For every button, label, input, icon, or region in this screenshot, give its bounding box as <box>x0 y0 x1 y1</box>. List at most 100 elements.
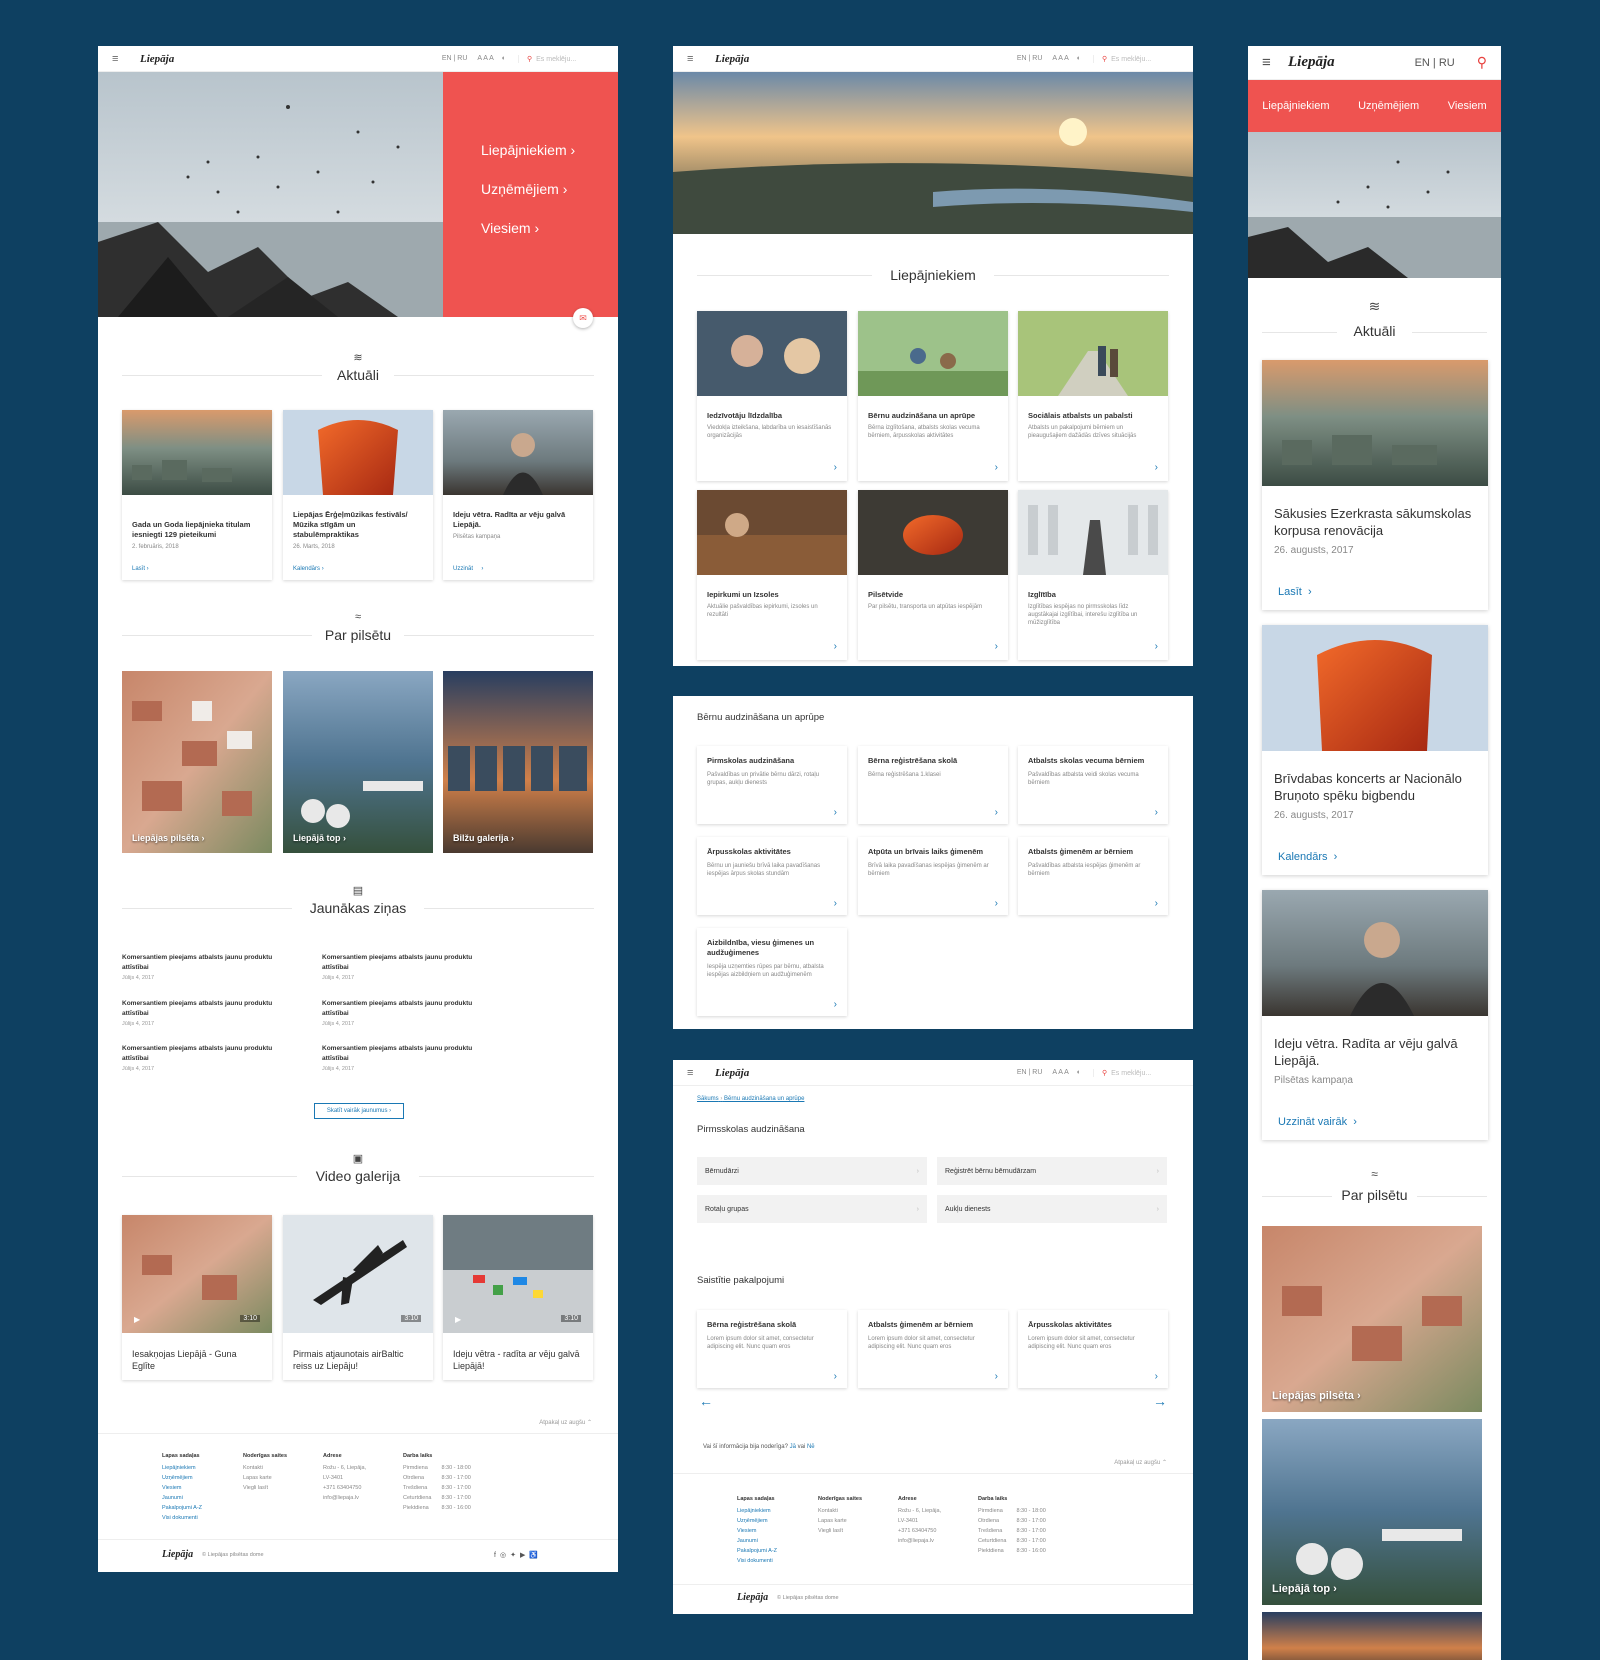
city-tile[interactable]: Liepājā top › <box>1262 1419 1482 1605</box>
news-card[interactable]: Ideju vētra. Radīta ar vēju galvā Liepāj… <box>1262 890 1488 1140</box>
news-card[interactable]: Brīvdabas koncerts ar Nacionālo Bruņoto … <box>1262 625 1488 875</box>
arrow-right-icon[interactable]: → <box>1153 1393 1167 1409</box>
instagram-icon[interactable]: ◎ <box>500 1552 510 1559</box>
feedback-no[interactable]: Nē <box>807 1444 815 1450</box>
arrow-right-icon[interactable]: › <box>995 1371 998 1382</box>
footer-logo[interactable]: Liepāja <box>162 1549 193 1560</box>
more-news-button[interactable]: Skatīt vairāk jaunumus › <box>314 1103 404 1119</box>
play-icon[interactable]: ▶ <box>134 1315 140 1324</box>
play-icon[interactable]: ▶ <box>455 1315 461 1324</box>
mail-icon[interactable]: ✉ <box>573 308 593 328</box>
site-logo[interactable]: Liepāja <box>715 53 749 65</box>
video-card[interactable]: 3:10 Pirmais atjaunotais airBaltic reiss… <box>283 1215 433 1380</box>
lang-ru[interactable]: RU <box>457 55 467 62</box>
calendar-link[interactable]: Kalendārs › <box>1278 851 1337 863</box>
site-logo[interactable]: Liepāja <box>140 53 174 65</box>
arrow-right-icon[interactable]: › <box>995 898 998 909</box>
news-card[interactable]: Liepājas Ērģeļmūzikas festivāls/ Mūzika … <box>283 410 433 580</box>
menu-icon[interactable]: ≡ <box>687 1067 715 1079</box>
service-card[interactable]: Bērna reģistrēšana skolā Bērna reģistrēša… <box>858 746 1008 824</box>
service-link[interactable]: Bērnudārzi › <box>697 1157 927 1185</box>
category-card[interactable]: Iepirkumi un Izsoles Aktuālie pašvaldība… <box>697 490 847 660</box>
arrow-right-icon[interactable]: › <box>995 807 998 818</box>
read-link[interactable]: Lasīt › <box>1278 586 1312 598</box>
video-card[interactable]: ▶ 3:10 Iesakņojas Liepājā - Guna Eglīte <box>122 1215 272 1380</box>
service-link[interactable]: Aukļu dienests › <box>937 1195 1167 1223</box>
arrow-right-icon[interactable]: › <box>834 462 837 473</box>
arrow-right-icon[interactable]: › <box>1155 462 1158 473</box>
service-card[interactable]: Atbalsts skolas vecuma bērniem Pašvaldība… <box>1018 746 1168 824</box>
search-input[interactable]: ⚲ Es meklēju... <box>518 54 604 63</box>
related-card[interactable]: Atbalsts ģimenēm ar bērniem Lorem ipsum d… <box>858 1310 1008 1388</box>
arrow-right-icon[interactable]: › <box>834 999 837 1010</box>
accessibility-icon[interactable]: ♿ <box>529 1552 542 1559</box>
menu-icon[interactable]: ≡ <box>687 53 715 65</box>
category-card[interactable]: Izglītība Izglītības iespējas no pirmssk… <box>1018 490 1168 660</box>
news-card[interactable]: Gada un Goda liepājnieka titulam iesnieg… <box>122 410 272 580</box>
video-card[interactable]: ▶ 3:10 Ideju vētra - radīta ar vēju galv… <box>443 1215 593 1380</box>
back-to-top-link[interactable]: Atpakaļ uz augšu ⌃ <box>1114 1459 1167 1466</box>
related-card[interactable]: Bērna reģistrēšana skolā Lorem ipsum dolo… <box>697 1310 847 1388</box>
learn-more-link[interactable]: Uzzināt › <box>443 566 493 572</box>
footer-logo[interactable]: Liepāja <box>737 1592 768 1603</box>
arrow-right-icon[interactable]: › <box>1155 898 1158 909</box>
nav-item[interactable]: Viesiem <box>1448 100 1487 112</box>
menu-icon[interactable]: ≡ <box>1262 54 1288 71</box>
search-input[interactable]: ⚲ Es meklēju... <box>1093 1068 1179 1077</box>
calendar-link[interactable]: Kalendārs › <box>283 566 334 572</box>
related-card[interactable]: Ārpusskolas aktivitātes Lorem ipsum dolor… <box>1018 1310 1168 1388</box>
learn-more-link[interactable]: Uzzināt vairāk › <box>1278 1116 1357 1128</box>
lang-en[interactable]: EN <box>442 55 452 62</box>
city-tile[interactable]: Bilžu galerija › <box>443 671 593 853</box>
font-size-toggle[interactable]: A A A <box>1052 55 1068 62</box>
contrast-icon[interactable]: ◐ <box>1077 55 1081 62</box>
hero-nav-item[interactable]: Uzņēmējiem › <box>481 181 567 197</box>
arrow-left-icon[interactable]: ← <box>699 1393 713 1409</box>
service-card[interactable]: Ārpusskolas aktivitātes Bērnu un jauniešu… <box>697 837 847 915</box>
feedback-yes[interactable]: Jā <box>790 1444 796 1450</box>
hero-nav-item[interactable]: Liepājniekiem › <box>481 142 575 158</box>
category-card[interactable]: Pilsētvide Par pilsētu, transporta un at… <box>858 490 1008 660</box>
service-card[interactable]: Atbalsts ģimenēm ar bērniem Pašvaldības a… <box>1018 837 1168 915</box>
language-switch[interactable]: EN | RU <box>442 55 468 62</box>
arrow-right-icon[interactable]: › <box>834 807 837 818</box>
contrast-icon[interactable]: ◐ <box>1077 1069 1081 1076</box>
service-card[interactable]: Aizbildnība, viesu ģimenes un audžuģimen… <box>697 928 847 1016</box>
service-card[interactable]: Atpūta un brīvais laiks ģimenēm Brīvā lai… <box>858 837 1008 915</box>
list-item[interactable]: Komersantiem pieejams atbalsts jaunu pro… <box>122 953 297 983</box>
service-link[interactable]: Rotaļu grupas › <box>697 1195 927 1223</box>
youtube-icon[interactable]: ▶ <box>520 1552 529 1559</box>
language-switch[interactable]: EN | RU <box>1017 55 1043 62</box>
arrow-right-icon[interactable]: › <box>1155 641 1158 652</box>
social-icons[interactable]: f◎✦▶♿ <box>494 1551 542 1559</box>
arrow-right-icon[interactable]: › <box>995 462 998 473</box>
search-icon[interactable]: ⚲ <box>1477 54 1487 71</box>
site-logo[interactable]: Liepāja <box>715 1067 749 1079</box>
font-size-toggle[interactable]: A A A <box>1052 1069 1068 1076</box>
category-card[interactable]: Sociālais atbalsts un pabalsti Atbalsts … <box>1018 311 1168 481</box>
arrow-right-icon[interactable]: › <box>1155 1371 1158 1382</box>
city-tile[interactable]: Liepājā top › <box>283 671 433 853</box>
category-card[interactable]: Iedzīvotāju līdzdalība Viedokļa izteikša… <box>697 311 847 481</box>
list-item[interactable]: Komersantiem pieejams atbalsts jaunu pro… <box>122 999 297 1029</box>
twitter-icon[interactable]: ✦ <box>510 1552 520 1559</box>
menu-icon[interactable]: ≡ <box>112 53 140 65</box>
language-switch[interactable]: EN | RU <box>1415 57 1455 69</box>
service-link[interactable]: Reģistrēt bērnu bērnudārzam › <box>937 1157 1167 1185</box>
nav-item[interactable]: Uzņēmējiem <box>1358 100 1419 112</box>
city-tile-partial[interactable] <box>1262 1612 1482 1660</box>
arrow-right-icon[interactable]: › <box>834 1371 837 1382</box>
nav-item[interactable]: Liepājniekiem <box>1262 100 1329 112</box>
list-item[interactable]: Komersantiem pieejams atbalsts jaunu pro… <box>122 1044 297 1074</box>
service-card[interactable]: Pirmskolas audzināšana Pašvaldības un pri… <box>697 746 847 824</box>
search-input[interactable]: ⚲ Es meklēju... <box>1093 54 1179 63</box>
city-tile[interactable]: Liepājas pilsēta › <box>1262 1226 1482 1412</box>
arrow-right-icon[interactable]: › <box>1155 807 1158 818</box>
news-card[interactable]: Sākusies Ezerkrasta sākumskolas korpusa … <box>1262 360 1488 610</box>
news-card[interactable]: Ideju vētra. Radīta ar vēju galvā Liepāj… <box>443 410 593 580</box>
contrast-icon[interactable]: ◐ <box>502 55 506 62</box>
list-item[interactable]: Komersantiem pieejams atbalsts jaunu pro… <box>322 999 497 1029</box>
category-card[interactable]: Bērnu audzināšana un aprūpe Bērna izglīt… <box>858 311 1008 481</box>
list-item[interactable]: Komersantiem pieejams atbalsts jaunu pro… <box>322 1044 497 1074</box>
font-size-toggle[interactable]: A A A <box>477 55 493 62</box>
